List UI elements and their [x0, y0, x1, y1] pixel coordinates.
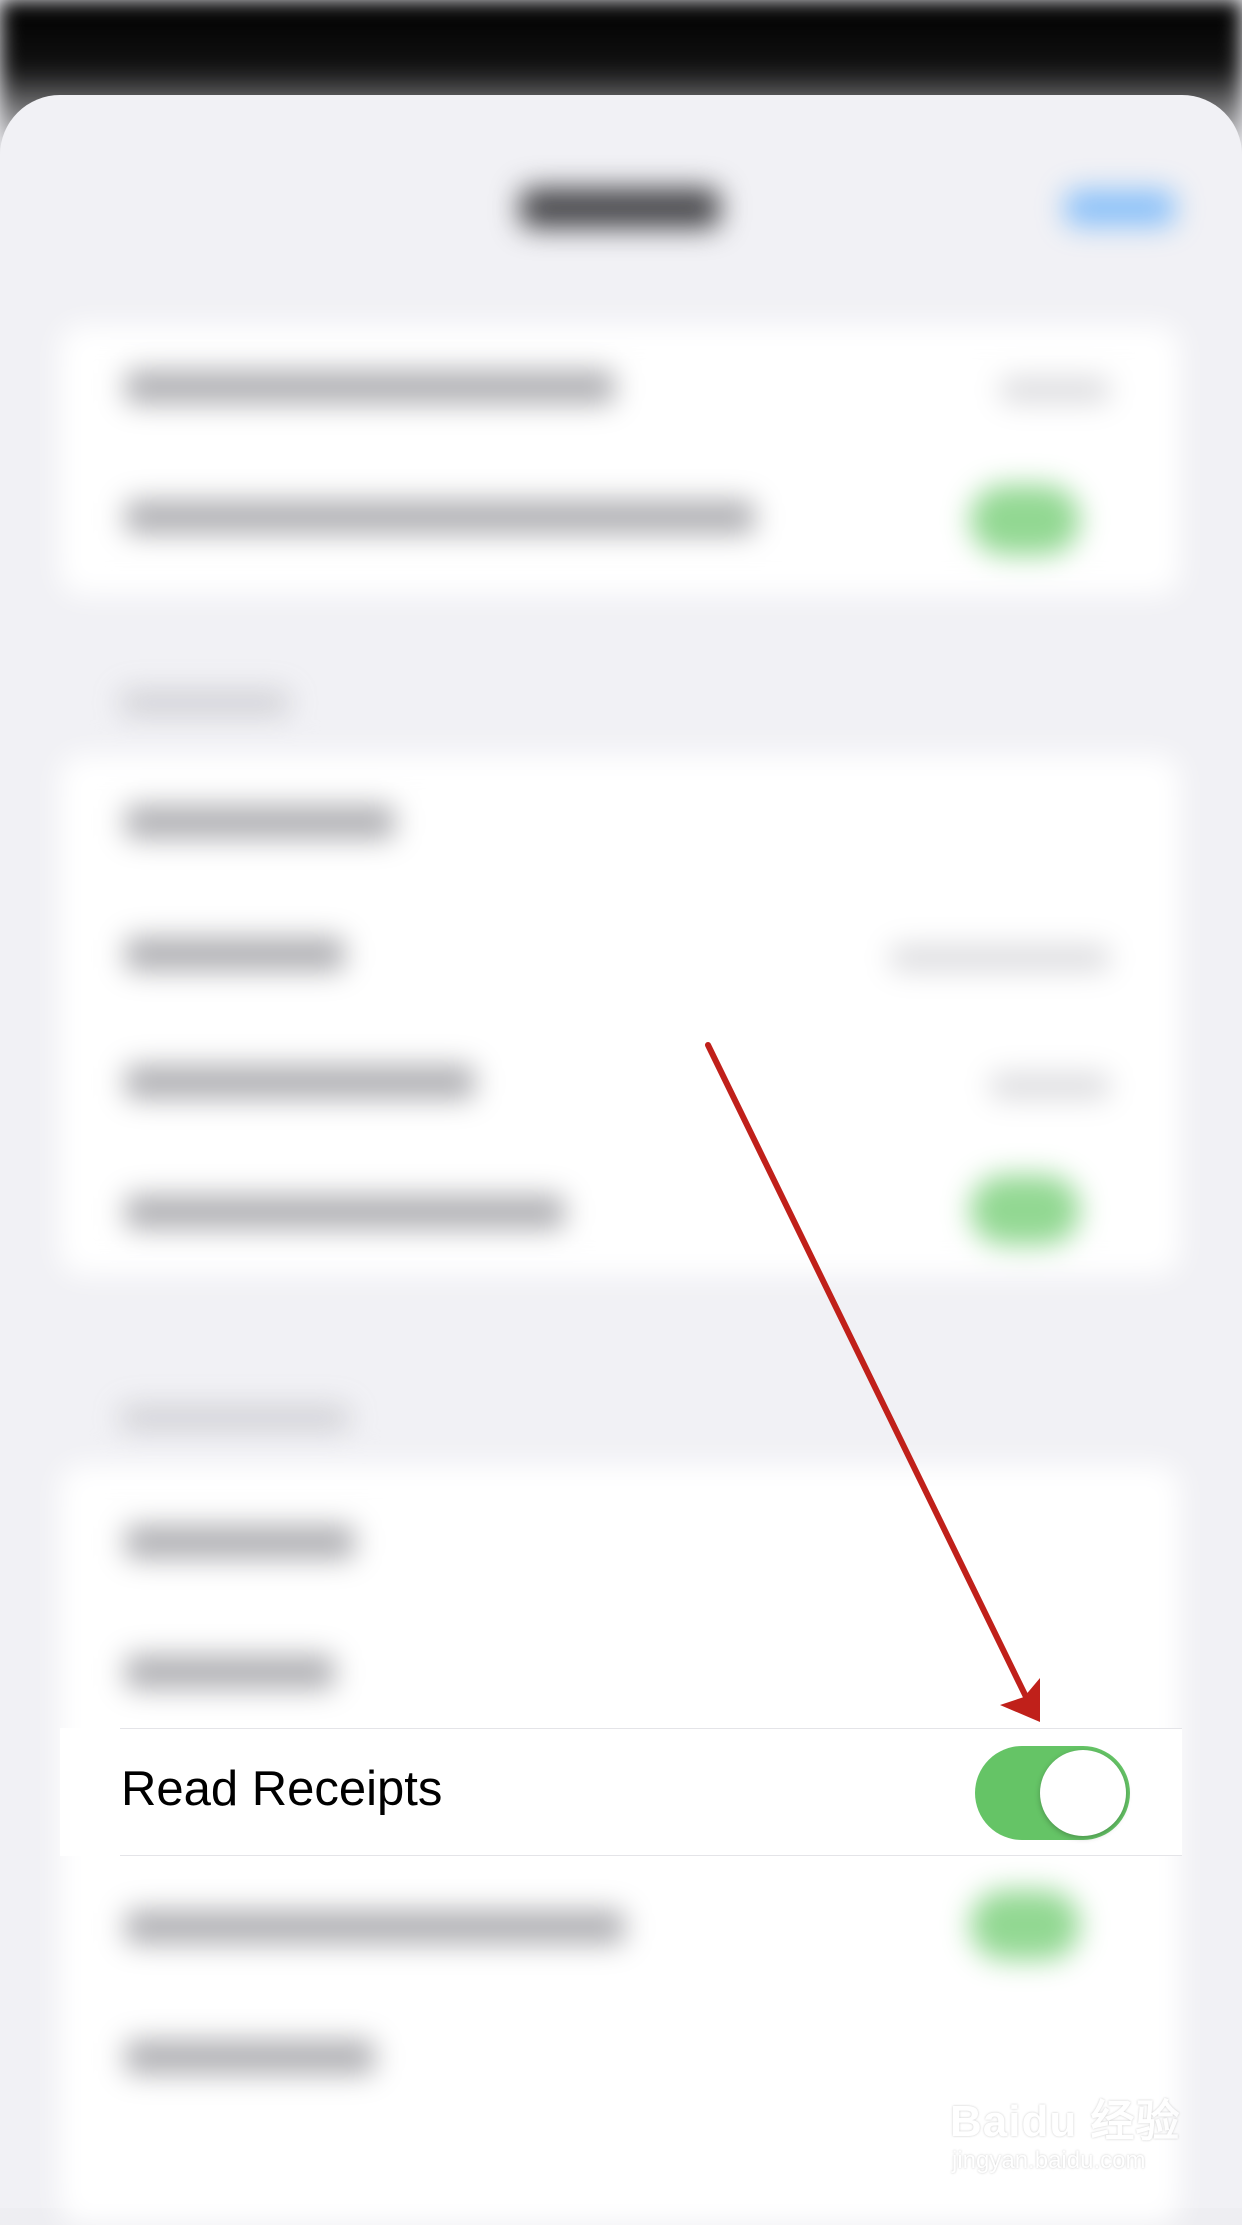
watermark-url: jingyan.baidu.com	[952, 2147, 1146, 2174]
watermark-brand: Baidu 经验	[950, 2097, 1181, 2146]
watermark: Baidu 经验 jingyan.baidu.com	[950, 2075, 1200, 2185]
arrow-shaft	[705, 1042, 1033, 1708]
annotation-arrow	[705, 1042, 1040, 1722]
